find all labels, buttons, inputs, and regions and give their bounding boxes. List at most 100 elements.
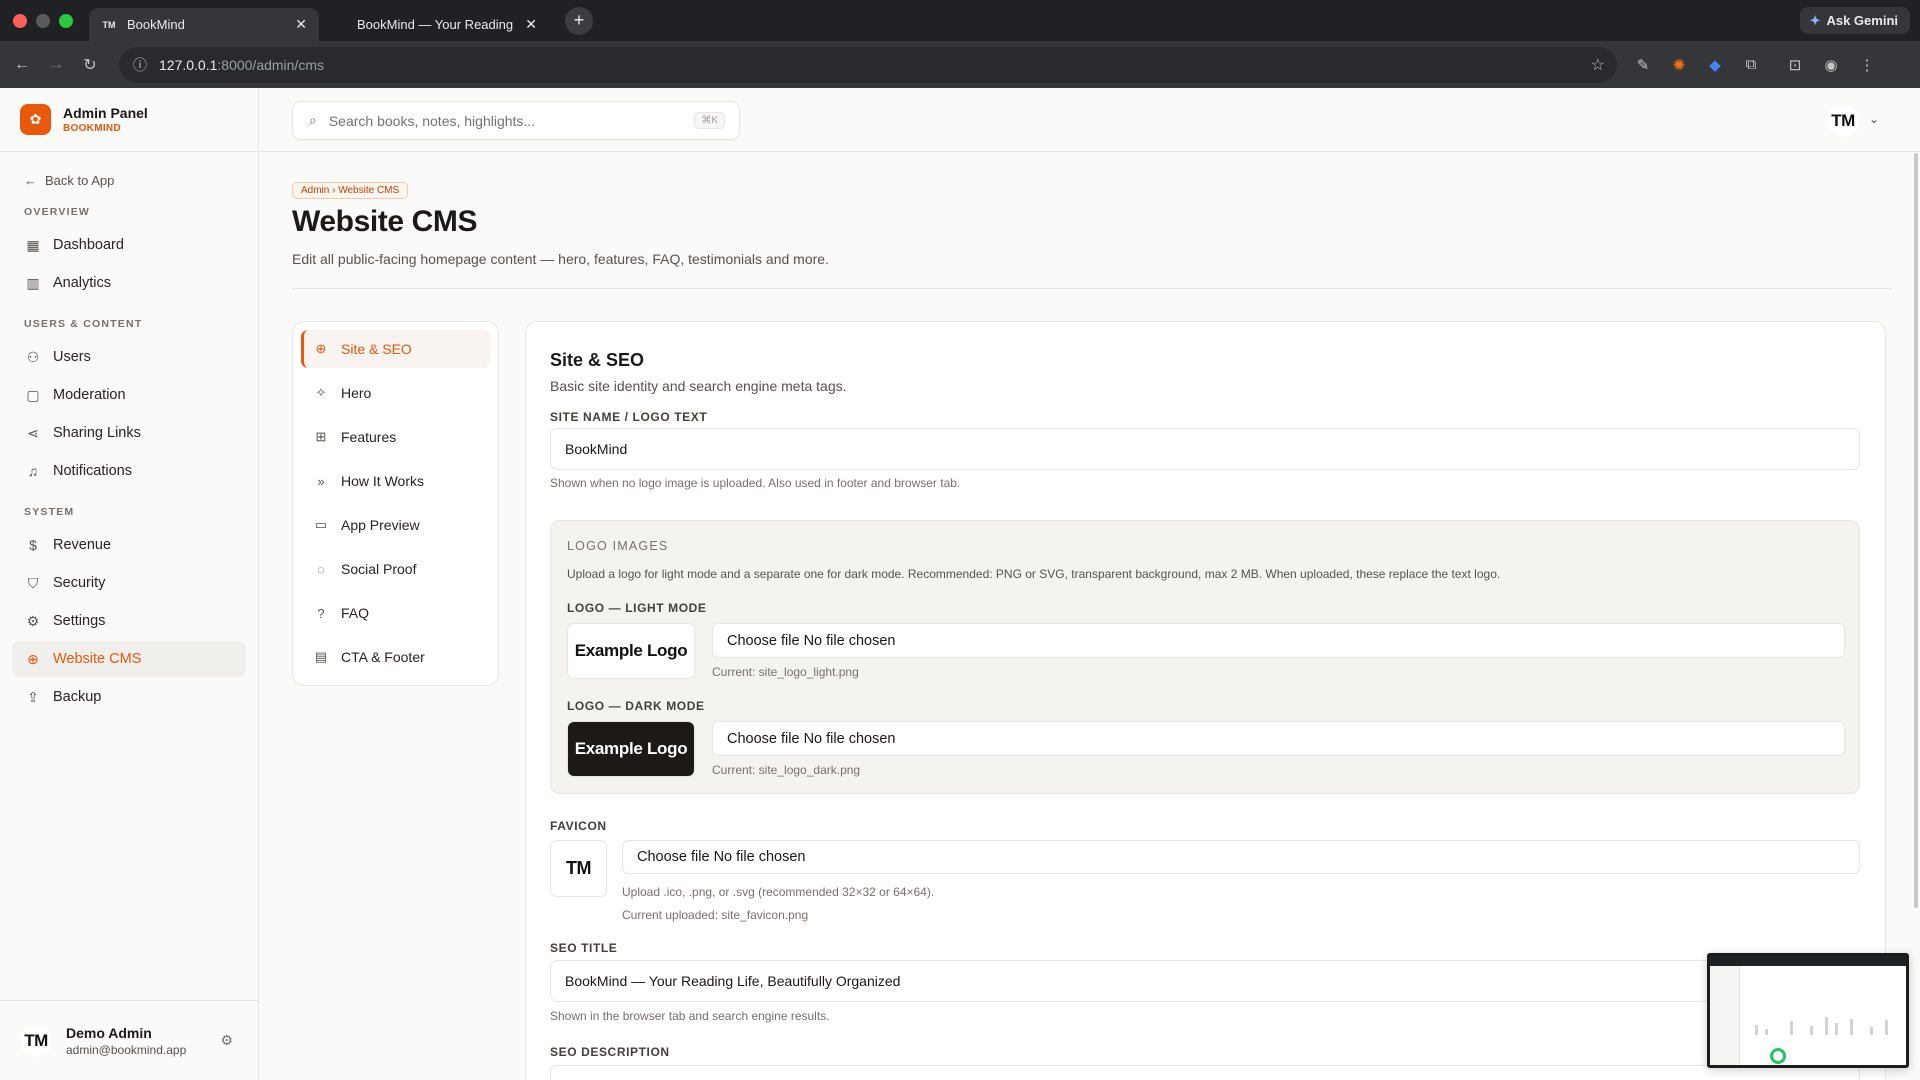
admin-sidebar: ✿ Admin Panel BOOKMIND ← Back to App OVE… [0,88,259,1080]
cms-tab-label: Social Proof [341,561,417,577]
back-to-app-link[interactable]: ← Back to App [24,173,258,188]
cms-tab-how-it-works[interactable]: » How It Works [301,462,490,500]
sidebar-item-sharing-links[interactable]: ⋖ Sharing Links [12,415,246,451]
cms-tab-label: FAQ [341,605,370,621]
brand-logo-icon: ✿ [20,104,51,135]
sidebar-item-backup[interactable]: ⇪ Backup [12,679,246,715]
moderation-icon: ▢ [26,386,40,403]
header-avatar[interactable]: TM [1827,105,1859,137]
cms-tab-site-seo[interactable]: ⊕ Site & SEO [301,330,490,368]
sidebar-item-label: Revenue [53,537,112,553]
browser-tab-homepage[interactable]: BookMind — Your Reading Lif ✕ [319,8,549,41]
close-window-button[interactable] [13,13,27,28]
reload-icon[interactable]: ↻ [73,48,107,82]
screenshot-thumbnail[interactable] [1707,953,1909,1068]
tab-search-icon[interactable]: ⊡ [1777,48,1813,82]
logo-light-preview: Example Logo [567,623,695,679]
maximize-window-button[interactable] [59,13,73,28]
logo-light-label: LOGO — LIGHT MODE [567,601,707,615]
tab-favicon [331,17,347,33]
site-name-input[interactable]: BookMind [550,428,1860,470]
window-controls [13,13,73,28]
arrow-left-icon: ← [24,173,37,188]
global-search[interactable]: ⌕ Search books, notes, highlights... ⌘K [292,101,740,140]
search-input[interactable]: Search books, notes, highlights... [329,113,535,129]
gear-icon: ⚙ [26,612,40,629]
seo-title-label: SEO TITLE [550,941,618,955]
minimize-window-button[interactable] [36,13,50,28]
close-icon[interactable]: ✕ [525,16,537,33]
eyedropper-icon[interactable]: ✎ [1625,48,1661,82]
favicon-file-input[interactable]: Choose file No file chosen [622,840,1860,874]
site-info-icon[interactable]: ⓘ [133,55,147,75]
cms-tab-social-proof[interactable]: ◌ Social Proof [301,550,490,588]
user-email: admin@bookmind.app [66,1042,187,1057]
browser-tab-bookmind[interactable]: TM BookMind ✕ [89,8,319,41]
sidebar-item-label: Analytics [53,275,112,291]
share-icon: ⋖ [27,424,39,441]
page-scrollbar[interactable] [1914,153,1918,908]
cms-tab-features[interactable]: ⊞ Features [301,418,490,456]
forward-arrow-icon[interactable]: → [39,48,73,82]
sidebar-item-notifications[interactable]: ♫ Notifications [12,453,246,489]
close-icon[interactable]: ✕ [295,16,307,33]
profile-icon[interactable]: ◉ [1813,48,1849,82]
sidebar-item-revenue[interactable]: $ Revenue [12,527,246,563]
globe-icon: ⊕ [315,341,327,356]
sidebar-item-security[interactable]: ⛉ Security [12,565,246,601]
browser-toolbar: ← → ↻ ⓘ 127.0.0.1:8000/admin/cms ☆ ✎ ✺ ◆… [0,41,1920,88]
sidebar-item-label: Settings [53,613,106,629]
credit-card-icon: ▤ [314,649,328,664]
sidebar-item-moderation[interactable]: ▢ Moderation [12,377,246,413]
browser-tab-bar: TM BookMind ✕ BookMind — Your Reading Li… [0,0,1920,41]
sidebar-item-label: Sharing Links [53,425,141,441]
logo-light-file-input[interactable]: Choose file No file chosen [712,623,1845,658]
current-user: TM Demo Admin admin@bookmind.app ⚙ [0,1000,259,1080]
back-arrow-icon[interactable]: ← [5,48,39,82]
sidebar-item-website-cms[interactable]: ⊕ Website CMS [12,641,246,677]
section-title-users-content: USERS & CONTENT [24,318,143,330]
main-content: Admin › Website CMS Website CMS Edit all… [260,153,1920,1080]
puzzle-icon[interactable]: ⧉ [1733,48,1769,82]
cms-tab-label: App Preview [341,517,420,533]
bookmark-star-icon[interactable]: ☆ [1591,55,1605,75]
seo-description-input[interactable] [550,1065,1860,1080]
cms-tab-hero[interactable]: ✧ Hero [301,374,490,412]
cms-tab-app-preview[interactable]: ▭ App Preview [301,506,490,544]
sidebar-item-users[interactable]: ⚇ Users [12,339,246,375]
thumbnail-sidebar [1710,966,1740,1065]
cms-section-nav: ⊕ Site & SEO ✧ Hero ⊞ Features » How It … [292,321,499,686]
cms-tab-label: Features [341,429,397,445]
extension-tag-icon[interactable]: ◆ [1697,48,1733,82]
site-seo-panel: Site & SEO Basic site identity and searc… [525,321,1886,1080]
new-tab-button[interactable]: + [565,6,593,35]
sidebar-item-dashboard[interactable]: ▦ Dashboard [12,227,246,263]
tab-favicon: TM [102,19,116,30]
more-menu-icon[interactable]: ⋮ [1849,48,1885,82]
address-bar[interactable]: ⓘ 127.0.0.1:8000/admin/cms ☆ [119,46,1617,83]
logo-images-group: LOGO IMAGES Upload a logo for light mode… [550,520,1860,794]
avatar: TM [20,1024,52,1057]
brand-title: Admin Panel [63,105,148,121]
sidebar-item-settings[interactable]: ⚙ Settings [12,603,246,639]
top-header: ⌕ Search books, notes, highlights... ⌘K … [260,88,1920,152]
thumbnail-bar [1810,1026,1813,1035]
cms-tab-cta-footer[interactable]: ▤ CTA & Footer [301,638,490,676]
cms-tab-label: CTA & Footer [341,649,425,665]
users-icon: ⚇ [26,348,40,365]
chevron-down-icon[interactable]: ⌄ [1869,112,1879,126]
brand-subtitle: BOOKMIND [63,123,121,134]
user-settings-gear-icon[interactable]: ⚙ [220,1032,233,1049]
cms-tab-faq[interactable]: ? FAQ [301,594,490,632]
extension-sun-icon[interactable]: ✺ [1661,48,1697,82]
ask-gemini-button[interactable]: ✦ Ask Gemini [1799,7,1910,34]
sidebar-item-analytics[interactable]: ▥ Analytics [12,265,246,301]
bell-icon: ♫ [27,463,39,479]
site-name-label: SITE NAME / LOGO TEXT [550,410,708,424]
seo-title-input[interactable]: BookMind — Your Reading Life, Beautifull… [550,960,1860,1002]
thumbnail-bar [1755,1025,1758,1035]
tab-title: BookMind [127,17,185,32]
section-title-overview: OVERVIEW [24,206,91,218]
search-icon: ⌕ [309,112,317,128]
logo-dark-file-input[interactable]: Choose file No file chosen [712,721,1845,756]
